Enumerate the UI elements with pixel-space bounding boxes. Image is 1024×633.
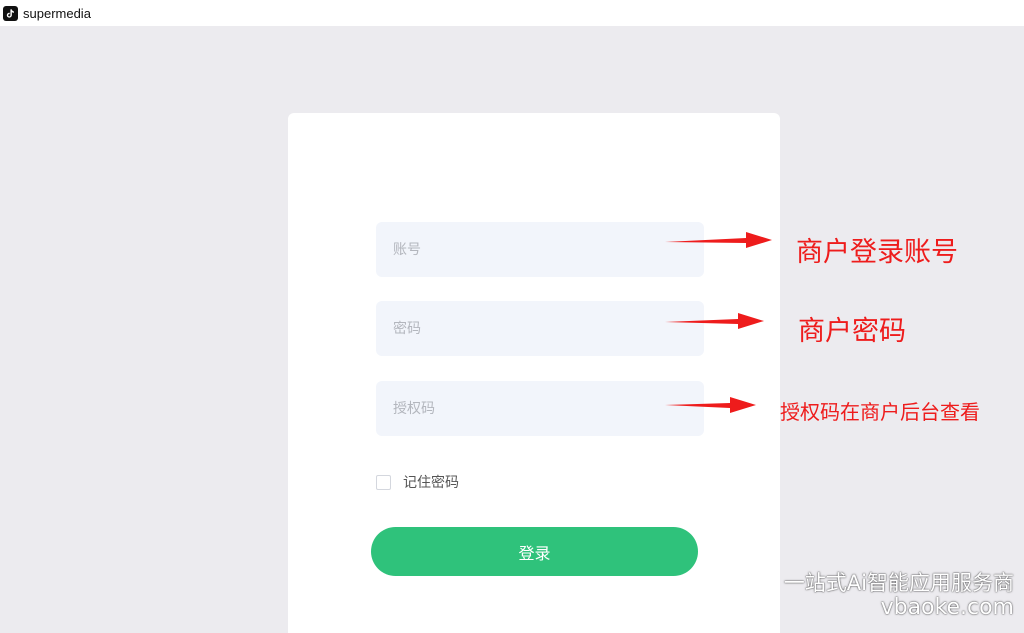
tiktok-icon bbox=[3, 5, 18, 21]
password-input[interactable] bbox=[376, 301, 704, 356]
window-titlebar: supermedia bbox=[0, 0, 1024, 26]
account-input[interactable] bbox=[376, 222, 704, 277]
auth-code-annotation: 授权码在商户后台查看 bbox=[780, 400, 980, 424]
remember-checkbox[interactable] bbox=[376, 474, 391, 490]
watermark-slogan: 一站式Ai智能应用服务商 bbox=[783, 571, 1014, 595]
remember-password[interactable]: 记住密码 bbox=[376, 472, 459, 492]
auth-code-input[interactable] bbox=[376, 381, 704, 436]
app-title: supermedia bbox=[23, 5, 91, 21]
login-button[interactable]: 登录 bbox=[371, 527, 698, 576]
account-annotation: 商户登录账号 bbox=[796, 237, 958, 268]
remember-label: 记住密码 bbox=[403, 475, 459, 491]
password-annotation: 商户密码 bbox=[798, 316, 906, 347]
watermark-domain: vbaoke.com bbox=[880, 595, 1014, 620]
arrow-right-icon bbox=[665, 313, 764, 329]
arrow-right-icon bbox=[665, 397, 756, 413]
arrow-right-icon bbox=[665, 232, 772, 248]
